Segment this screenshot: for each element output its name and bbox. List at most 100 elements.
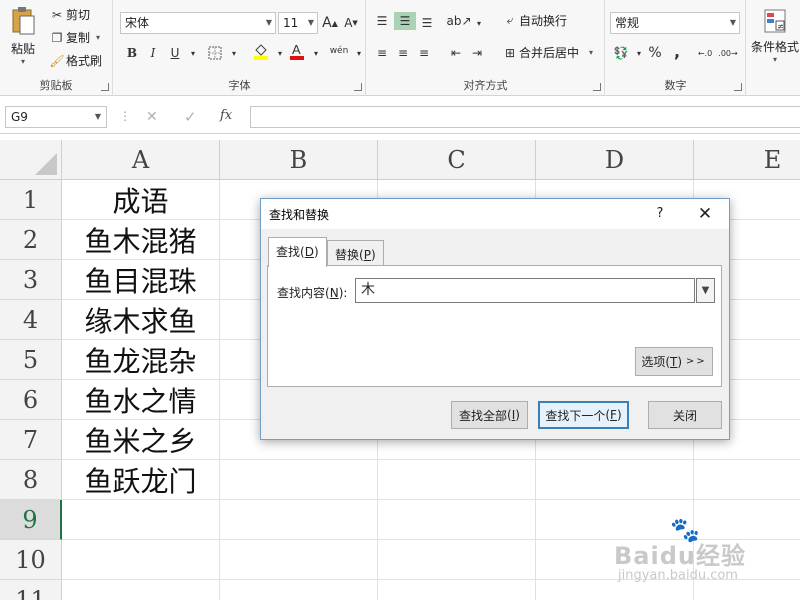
cell-e8[interactable] [694,460,800,500]
cell-e11[interactable] [694,580,800,600]
cell-a10[interactable] [62,540,220,580]
font-name-select[interactable]: 宋体 ▼ [120,12,276,34]
cell-a8[interactable]: 鱼跃龙门 [62,460,220,500]
underline-button[interactable]: U [166,44,184,62]
cell-d9[interactable] [536,500,694,540]
cell-b9[interactable] [220,500,378,540]
decrease-decimal-button[interactable]: .00→ [716,44,740,62]
find-history-dropdown[interactable]: ▼ [696,278,715,303]
alignment-launcher-icon[interactable] [593,83,601,91]
cell-c9[interactable] [378,500,536,540]
row-header-3[interactable]: 3 [0,260,62,300]
conditional-format-button[interactable]: ≠ 条件格式 ▾ [751,6,799,64]
column-header-d[interactable]: D [536,140,694,180]
bold-button[interactable]: B [123,44,141,62]
grow-font-button[interactable]: A ▲ [321,14,339,32]
align-right-icon[interactable]: ≡ [415,44,433,62]
cell-a9[interactable] [62,500,220,540]
format-painter-button[interactable]: 🖌 格式刷 [48,52,102,69]
cell-c10[interactable] [378,540,536,580]
tab-replace[interactable]: 替换(P) [327,240,384,267]
chevron-down-icon[interactable]: ▾ [184,44,202,62]
italic-button[interactable]: I [144,44,162,62]
orientation-icon[interactable]: ab↗ [446,12,471,30]
cell-a5[interactable]: 鱼龙混杂 [62,340,220,380]
number-format-select[interactable]: 常规 ▼ [610,12,740,34]
decrease-indent-icon[interactable]: ⇤ [447,44,465,62]
cut-button[interactable]: ✂ 剪切 [48,6,90,23]
row-header-10[interactable]: 10 [0,540,62,580]
increase-decimal-button[interactable]: ←.0 [694,44,716,62]
cell-a1[interactable]: 成语 [62,180,220,220]
name-box[interactable]: G9 ▼ [5,106,107,128]
borders-button[interactable] [206,44,224,62]
wrap-text-button[interactable]: ⤶ 自动换行 [501,12,567,29]
cell-b10[interactable] [220,540,378,580]
font-color-button[interactable]: A [288,42,306,60]
find-what-input[interactable]: 木 [355,278,695,303]
row-header-2[interactable]: 2 [0,220,62,260]
cell-d10[interactable] [536,540,694,580]
paste-button[interactable]: 粘贴 ▾ [4,6,42,68]
dialog-titlebar[interactable]: 查找和替换 ? ✕ [261,199,729,229]
align-top-icon[interactable]: ☰ [373,12,391,30]
column-header-a[interactable]: A [62,140,220,180]
align-left-icon[interactable]: ≡ [373,44,391,62]
column-header-c[interactable]: C [378,140,536,180]
row-header-6[interactable]: 6 [0,380,62,420]
find-all-button[interactable]: 查找全部(I) [451,401,528,429]
row-header-9[interactable]: 9 [0,500,62,540]
cell-a3[interactable]: 鱼目混珠 [62,260,220,300]
row-header-11[interactable]: 11 [0,580,62,600]
chevron-down-icon[interactable]: ▾ [307,44,325,62]
formula-input[interactable] [250,106,800,128]
chevron-down-icon[interactable]: ▾ [350,44,368,62]
clipboard-launcher-icon[interactable] [101,83,109,91]
dialog-close-button[interactable]: 关闭 [648,401,722,429]
find-next-button[interactable]: 查找下一个(F) [538,401,629,429]
cell-b8[interactable] [220,460,378,500]
cell-a6[interactable]: 鱼水之情 [62,380,220,420]
help-icon[interactable]: ? [649,203,671,225]
enter-icon[interactable]: ✓ [184,108,197,126]
column-header-b[interactable]: B [220,140,378,180]
cell-c11[interactable] [378,580,536,600]
align-center-icon[interactable]: ≡ [394,44,412,62]
chevron-down-icon[interactable]: ▾ [225,44,243,62]
copy-button[interactable]: ❐ 复制 ▾ [48,29,100,46]
cell-c8[interactable] [378,460,536,500]
options-button[interactable]: 选项(T) >> [635,347,713,376]
shrink-font-button[interactable]: A ▼ [342,14,360,32]
row-header-7[interactable]: 7 [0,420,62,460]
cell-a4[interactable]: 缘木求鱼 [62,300,220,340]
number-launcher-icon[interactable] [734,83,742,91]
merge-center-button[interactable]: ⊞ 合并后居中 ▾ [501,44,593,61]
close-icon[interactable]: ✕ [693,203,717,225]
cell-d8[interactable] [536,460,694,500]
align-bottom-icon[interactable]: ☰ [418,14,436,32]
tab-find[interactable]: 查找(D) [268,237,327,267]
chevron-down-icon[interactable]: ▾ [470,14,488,32]
cell-a11[interactable] [62,580,220,600]
cancel-icon[interactable]: ✕ [146,109,158,125]
increase-indent-icon[interactable]: ⇥ [468,44,486,62]
column-header-e[interactable]: E [694,140,800,180]
phonetic-guide-button[interactable]: wén [326,42,352,60]
comma-button[interactable]: , [668,42,686,61]
font-launcher-icon[interactable] [354,83,362,91]
row-header-5[interactable]: 5 [0,340,62,380]
row-header-4[interactable]: 4 [0,300,62,340]
cell-d11[interactable] [536,580,694,600]
cell-a7[interactable]: 鱼米之乡 [62,420,220,460]
row-header-8[interactable]: 8 [0,460,62,500]
currency-icon[interactable]: 💱 [612,44,630,62]
cell-e10[interactable] [694,540,800,580]
align-middle-icon[interactable]: ☰ [394,12,416,30]
select-all-corner[interactable] [0,140,62,180]
percent-button[interactable]: % [646,44,664,62]
font-size-select[interactable]: 11 ▼ [278,12,318,34]
cell-b11[interactable] [220,580,378,600]
cell-a2[interactable]: 鱼木混猪 [62,220,220,260]
chevron-down-icon[interactable]: ▾ [271,44,289,62]
row-header-1[interactable]: 1 [0,180,62,220]
